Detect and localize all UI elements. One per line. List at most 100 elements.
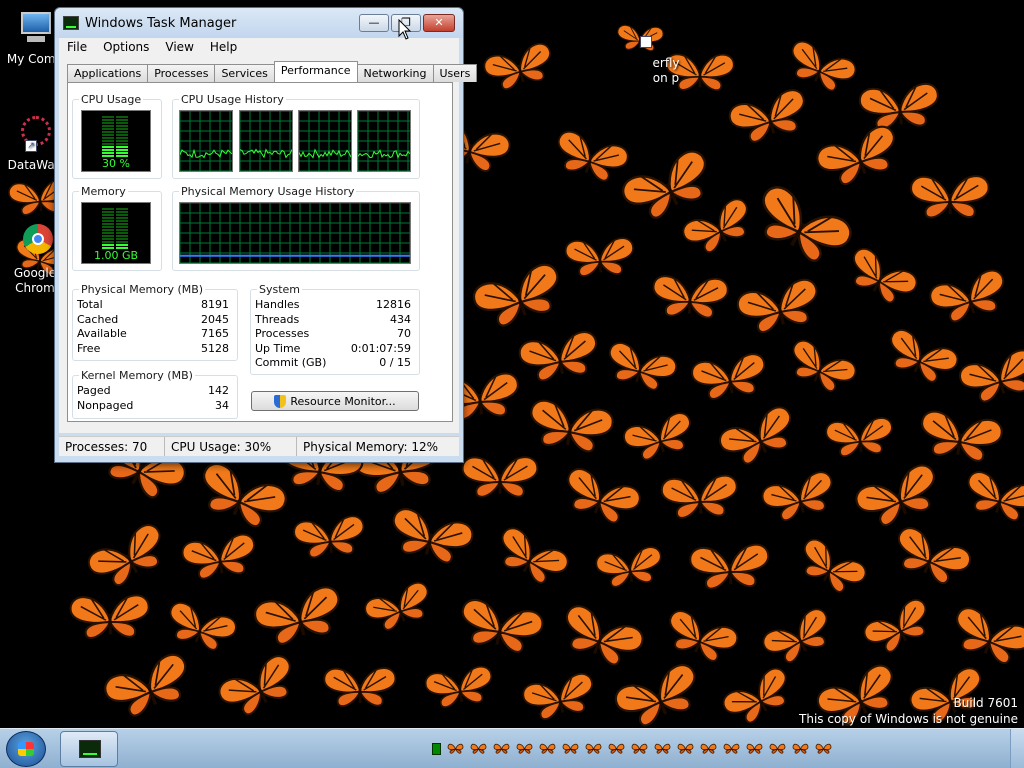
butterfly: [791, 40, 857, 92]
butterfly-tray-icon[interactable]: [470, 742, 487, 756]
tab-processes[interactable]: Processes: [147, 64, 216, 82]
minimize-button[interactable]: —: [359, 14, 389, 32]
meter-segment: [102, 223, 114, 225]
butterfly-tray-icon[interactable]: [700, 742, 717, 756]
row-value: 0:01:07:59: [350, 341, 411, 355]
meter-segment: [116, 116, 128, 118]
butterfly-tray-icon[interactable]: [585, 742, 602, 756]
row-value: 8191: [201, 298, 229, 311]
memory-title: Memory: [79, 185, 128, 198]
butterfly: [564, 237, 634, 277]
meter-segment: [102, 241, 114, 243]
butterfly-tray-icon[interactable]: [792, 742, 809, 756]
meter-segment: [116, 134, 128, 136]
tab-users[interactable]: Users: [432, 64, 478, 82]
menu-file[interactable]: File: [59, 38, 95, 56]
butterfly-tray-icon[interactable]: [447, 742, 464, 756]
row-label: Processes: [255, 327, 310, 341]
meter-segment: [116, 152, 128, 154]
meter-segment: [102, 122, 114, 124]
butterfly-tray-icon[interactable]: [815, 742, 832, 756]
cpu-history-group: CPU Usage History: [172, 93, 420, 179]
task-manager-window[interactable]: Windows Task Manager — ❐ ✕ File Options …: [54, 7, 478, 463]
cpu-usage-group: CPU Usage 30 %: [72, 93, 162, 179]
row-value: 434: [390, 312, 411, 326]
butterfly: [689, 543, 770, 590]
butterfly: [859, 82, 939, 131]
meter-segment: [116, 128, 128, 130]
meter-segment: [116, 122, 128, 124]
cpu-history-graph-core-1: [179, 110, 233, 172]
taskbar-task-manager-button[interactable]: [60, 731, 118, 767]
cpu-usage-title: CPU Usage: [79, 93, 144, 106]
butterfly-tray-icon[interactable]: [608, 742, 625, 756]
cpu-meter-tray-icon[interactable]: [432, 743, 441, 755]
build-watermark: Build 7601: [953, 696, 1018, 710]
meter-segment: [116, 241, 128, 243]
butterfly: [104, 653, 187, 717]
butterfly: [825, 417, 893, 457]
spiral-icon: ↗: [15, 114, 55, 154]
meter-segment: [116, 208, 128, 210]
physical-memory-row: Free 5128: [77, 342, 229, 357]
butterfly: [181, 533, 256, 580]
butterfly: [910, 175, 990, 219]
row-label: Up Time: [255, 341, 301, 355]
cpu-usage-meter: 30 %: [81, 110, 151, 172]
meter-segment: [102, 208, 114, 210]
butterfly-tray-icon[interactable]: [654, 742, 671, 756]
mouse-cursor-icon: [398, 19, 412, 40]
butterfly-tray-icon[interactable]: [539, 742, 556, 756]
tab-performance[interactable]: Performance: [273, 61, 358, 82]
row-label: Cached: [77, 312, 119, 326]
menu-view[interactable]: View: [157, 38, 201, 56]
close-button[interactable]: ✕: [423, 14, 455, 32]
meter-segment: [102, 152, 114, 154]
butterfly-tray-icon[interactable]: [723, 742, 740, 756]
menu-options[interactable]: Options: [95, 38, 157, 56]
menu-help[interactable]: Help: [202, 38, 245, 56]
meter-segment: [102, 229, 114, 231]
desktop-icon-butterfly[interactable]: erfly on p: [626, 36, 706, 86]
status-physical-memory: Physical Memory: 12%: [303, 440, 439, 454]
butterfly: [323, 667, 397, 707]
butterfly: [652, 275, 729, 319]
meter-segment: [102, 217, 114, 219]
tab-networking[interactable]: Networking: [356, 64, 434, 82]
chrome-icon: [15, 222, 55, 262]
physical-memory-history-title: Physical Memory Usage History: [179, 185, 357, 198]
meter-segment: [102, 146, 114, 148]
cpu-usage-value: 30 %: [102, 157, 130, 170]
butterfly-tray-icon[interactable]: [493, 742, 510, 756]
butterfly: [87, 524, 161, 587]
resource-monitor-button[interactable]: Resource Monitor...: [251, 391, 419, 411]
butterfly-tray-icon[interactable]: [677, 742, 694, 756]
meter-segment: [102, 220, 114, 222]
start-button[interactable]: [6, 731, 46, 767]
row-value: 7165: [201, 327, 229, 341]
cpu-history-svg: [357, 110, 411, 172]
meter-segment: [116, 220, 128, 222]
meter-segment: [102, 125, 114, 127]
meter-segment: [102, 143, 114, 145]
butterfly: [929, 269, 1005, 323]
tab-applications[interactable]: Applications: [67, 64, 149, 82]
butterfly-tray-icon[interactable]: [769, 742, 786, 756]
butterfly: [736, 278, 818, 334]
butterfly: [967, 471, 1024, 522]
physical-memory-row: Available 7165: [77, 327, 229, 342]
butterfly-tray-icon[interactable]: [631, 742, 648, 756]
kernel-memory-title: Kernel Memory (MB): [79, 369, 195, 382]
butterfly: [253, 586, 340, 645]
butterfly-tray-icon[interactable]: [746, 742, 763, 756]
butterfly-tray-icon[interactable]: [562, 742, 579, 756]
meter-segment: [116, 119, 128, 121]
meter-segment: [102, 116, 114, 118]
shortcut-icon: [640, 36, 658, 52]
show-desktop-button[interactable]: [1010, 729, 1024, 768]
row-label: Threads: [255, 312, 300, 326]
tab-services[interactable]: Services: [214, 64, 275, 82]
physical-memory-table: Total 8191 Cached 2045 Available 7165 Free 5…: [77, 298, 229, 356]
butterfly-tray-icon[interactable]: [516, 742, 533, 756]
system-title: System: [257, 283, 303, 296]
